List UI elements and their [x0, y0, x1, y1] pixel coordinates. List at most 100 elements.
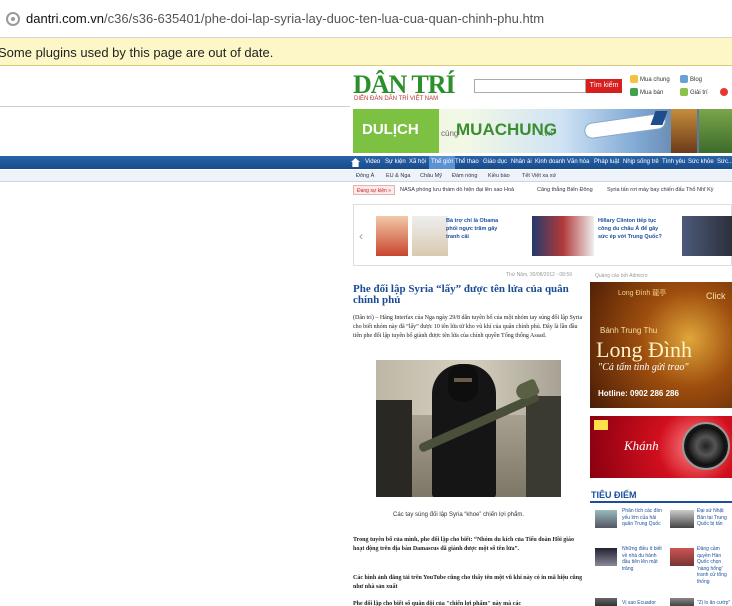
ad-script-text: Khánh — [624, 438, 659, 453]
banner-photo — [671, 109, 697, 153]
focus-thumbnail[interactable] — [595, 598, 617, 606]
slide-thumbnail[interactable] — [412, 216, 448, 256]
nav-item[interactable]: Kinh doanh — [535, 156, 565, 169]
address-bar[interactable]: dantri.com.vn/c36/s36-635401/phe-doi-lap… — [0, 0, 732, 38]
article-title: Phe đối lập Syria “lấy” được tên lửa của… — [353, 283, 569, 306]
top-link-blog[interactable]: Blog — [680, 74, 702, 86]
nav-item[interactable]: Sức khỏe — [688, 156, 714, 169]
focus-item[interactable]: Đại sứ Nhật Bản tại Trung Quốc bị tấn — [697, 508, 732, 528]
ticker-item[interactable]: Căng thẳng Biển Đông — [537, 185, 593, 195]
logo-tagline: DIỄN ĐÀN DÂN TRÍ VIỆT NAM — [354, 96, 439, 102]
nav-item[interactable]: Nhịp sống trẻ — [623, 156, 659, 169]
photo-caption: Các tay súng đối lập Syria “khoe” chiến … — [393, 512, 524, 518]
site-logo[interactable]: DÂN TRÍ DIỄN ĐÀN DÂN TRÍ VIỆT NAM — [353, 70, 456, 104]
slide-title[interactable]: Hillary Clinton tiếp tục công du châu Á … — [598, 217, 662, 241]
ad-name: Long Đình — [596, 337, 692, 362]
subnav-item[interactable]: Đông Á — [356, 170, 374, 182]
nav-item[interactable]: Tình yêu — [662, 156, 685, 169]
focus-item[interactable]: Đảng cầm quyền Hàn Quốc chọn 'nàng hổng'… — [697, 546, 732, 585]
camera-ad[interactable]: Khánh — [590, 416, 732, 478]
focus-item[interactable]: Vị sao Ecuador — [622, 600, 664, 606]
related-slider: ‹ Bà trợ chỉ là Obama phối ngực trăm gây… — [353, 204, 732, 266]
focus-thumbnail[interactable] — [670, 548, 694, 566]
article-paragraph: Phe đối lập cho biết số quân đội của "ch… — [353, 601, 522, 606]
home-icon[interactable] — [351, 158, 360, 167]
top-link-muaban[interactable]: Mua bán — [630, 87, 663, 99]
photo-head — [448, 364, 478, 402]
chevron-left-icon[interactable]: ‹ — [359, 229, 367, 243]
slide-thumbnail[interactable] — [532, 216, 594, 256]
ad-quote: "Cả tấm tình gửi trao" — [598, 362, 689, 373]
nav-item[interactable]: Pháp luật — [594, 156, 619, 169]
banner-logo-box: DULỊCH — [353, 109, 439, 153]
plugin-notice: Some plugins used by this page are out o… — [0, 45, 274, 60]
plugin-infobar: Some plugins used by this page are out o… — [0, 38, 732, 66]
heart-icon[interactable] — [720, 87, 730, 99]
ad-badge — [594, 420, 608, 430]
search-input[interactable] — [474, 79, 586, 93]
focus-item[interactable]: Những điều ít biết về nhà du hành đầu ti… — [622, 546, 664, 572]
divider — [0, 106, 350, 107]
ticker-item[interactable]: Syria tấn rơi máy bay chiến đấu Thổ Nhĩ … — [607, 185, 714, 195]
coin-icon — [630, 75, 638, 84]
banner-ad[interactable]: DULỊCH cùng MUACHUNG .vn — [353, 109, 732, 153]
slide-thumbnail[interactable] — [682, 216, 732, 256]
tieu-diem-rule — [590, 501, 732, 503]
subnav-item[interactable]: Châu Mỹ — [420, 170, 442, 182]
nav-item[interactable]: Sức... — [717, 156, 732, 169]
subnav-item[interactable]: EU & Nga — [386, 170, 410, 182]
slide-title[interactable]: Bà trợ chỉ là Obama phối ngực trăm gây t… — [446, 217, 502, 241]
cart-icon — [630, 88, 638, 97]
ad-click[interactable]: Click — [706, 291, 726, 301]
article-paragraph: Các hình ảnh đăng tải trên YouTube cũng … — [353, 575, 583, 590]
nav-item[interactable]: Văn hóa — [567, 156, 589, 169]
focus-thumbnail[interactable] — [595, 510, 617, 528]
focus-thumbnail[interactable] — [595, 548, 617, 566]
article-date: Thứ Năm, 30/08/2012 - 08:59 — [506, 272, 572, 278]
camera-lens-icon — [682, 422, 730, 470]
nav-stripe — [0, 156, 348, 169]
star-icon — [680, 88, 688, 97]
nav-item[interactable]: Xã hội — [409, 156, 426, 169]
ad-label: Quảng cáo bởi Admicro — [595, 273, 648, 279]
mooncake-ad[interactable]: Long Đình 龍亭 Click Bánh Trung Thu Long Đ… — [590, 282, 732, 408]
nav-item[interactable]: Giáo dục — [483, 156, 507, 169]
banner-dulich: DULỊCH — [362, 121, 419, 138]
event-ticker: Đang sự kiện » NASA phóng lưu thám dò hi… — [353, 185, 732, 196]
photo-figure — [376, 400, 412, 497]
photo-figure — [526, 396, 561, 497]
banner-vn: .vn — [542, 129, 553, 138]
ad-brand: Long Đình 龍亭 — [618, 290, 667, 297]
article-photo — [376, 360, 561, 497]
ad-hotline: Hotline: 0902 286 286 — [598, 389, 679, 398]
search-button[interactable]: Tìm kiếm — [586, 79, 622, 93]
ticker-item[interactable]: NASA phóng lưu thám dò hiện đại lên sao … — [400, 185, 514, 195]
subnav-item[interactable]: Đàm nóng — [452, 170, 477, 182]
page-info-icon[interactable] — [6, 12, 20, 26]
article-paragraph: Trong tuyên bố của mình, phe đối lập cho… — [353, 537, 574, 552]
ad-subtitle: Bánh Trung Thu — [600, 326, 658, 335]
subnav-item[interactable]: Kiều bào — [488, 170, 510, 182]
focus-thumbnail[interactable] — [670, 598, 694, 606]
sub-nav: Đông Á EU & Nga Châu Mỹ Đàm nóng Kiều bà… — [348, 170, 732, 182]
nav-item[interactable]: Nhân ái — [511, 156, 532, 169]
photo-eyes — [454, 378, 472, 382]
blog-icon — [680, 75, 688, 84]
nav-item[interactable]: Video — [365, 156, 380, 169]
nav-item-active[interactable]: Thế giới — [429, 156, 455, 169]
nav-item[interactable]: Sự kiện — [385, 156, 406, 169]
subnav-item[interactable]: Tết Việt xa xứ — [522, 170, 556, 182]
airplane-tail — [650, 111, 668, 125]
article-lead: (Dân trí) – Hãng Interfax của Nga ngày 2… — [353, 315, 583, 339]
top-link-muachung[interactable]: Mua chung — [630, 74, 670, 86]
focus-thumbnail[interactable] — [670, 510, 694, 528]
slide-thumbnail[interactable] — [376, 216, 408, 256]
banner-photo — [699, 109, 732, 153]
url-text[interactable]: dantri.com.vn/c36/s36-635401/phe-doi-lap… — [26, 11, 544, 26]
focus-item[interactable]: "Zị lo ăn cướp" — [697, 600, 732, 606]
top-link-giaitri[interactable]: Giải trí — [680, 87, 708, 99]
main-nav: Video Sự kiện Xã hội Thế giới Thể thao G… — [348, 156, 732, 169]
nav-item[interactable]: Thể thao — [455, 156, 479, 169]
ticker-tag: Đang sự kiện » — [353, 185, 395, 195]
focus-item[interactable]: Phân tích các đòn yếu lớn của hải quân T… — [622, 508, 664, 528]
